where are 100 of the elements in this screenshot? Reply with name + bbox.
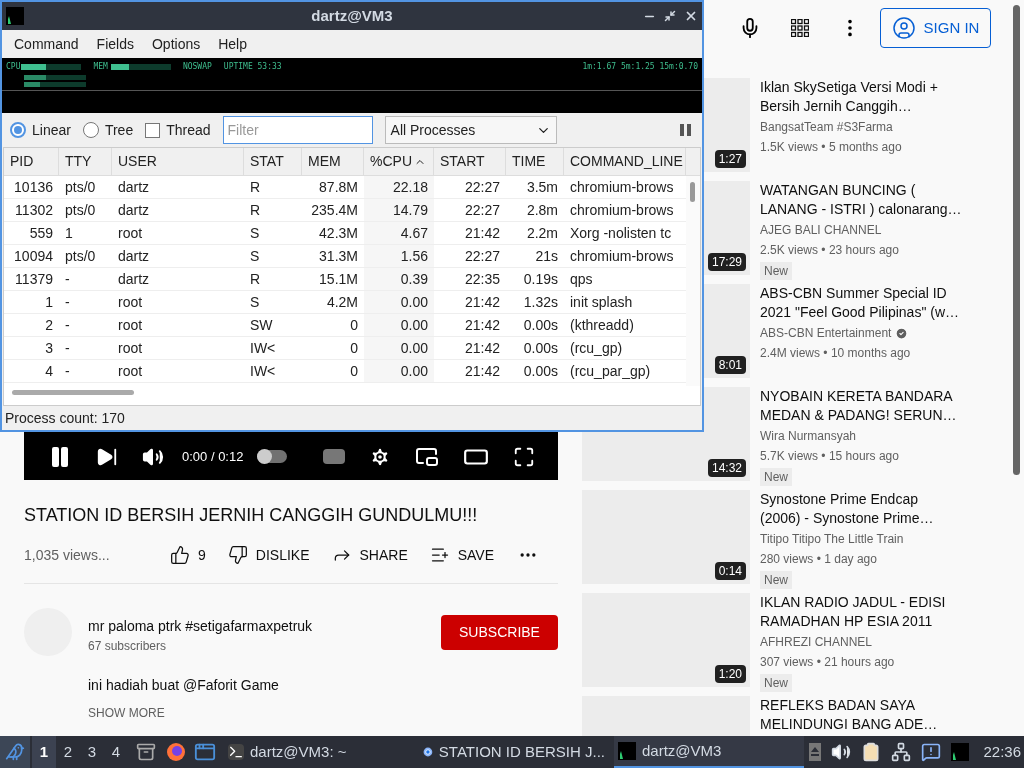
table-cell: 0.00 — [364, 314, 434, 336]
video-title[interactable]: REFLEKS BADAN SAYA MELINDUNGI BANG ADE… — [760, 696, 996, 734]
table-cell-text: 2.2m — [525, 224, 559, 243]
table-cell-text: S — [249, 293, 261, 312]
volume-icon[interactable] — [831, 742, 852, 762]
video-title[interactable]: IKLAN RADIO JADUL - EDISI RAMADHAN HP ESIA 2011 — [760, 593, 996, 631]
dislike-button[interactable]: DISLIKE — [227, 544, 310, 566]
column-header[interactable]: TIME — [506, 148, 564, 175]
uptime-label: UPTIME 53:33 — [223, 61, 282, 73]
pause-icon[interactable] — [680, 124, 692, 136]
app-icon — [6, 7, 24, 25]
table-cell-text: 2 — [44, 316, 54, 335]
table-cell-text: root — [117, 316, 144, 335]
workspace-button[interactable]: 1 — [32, 736, 56, 768]
table-cell-text: pts/0 — [64, 201, 97, 220]
table-cell-text: - — [64, 270, 71, 289]
table-cell-text: 22:27 — [463, 201, 501, 220]
thread-checkbox[interactable]: Thread — [145, 119, 211, 141]
share-button[interactable]: SHARE — [331, 544, 408, 566]
table-cell-text: 0 — [349, 339, 359, 358]
column-header[interactable]: PID — [4, 148, 59, 175]
taskbar-task[interactable]: dartz@VM3: ~ — [224, 736, 414, 768]
save-button[interactable]: SAVE — [429, 544, 495, 566]
taskbar-task[interactable]: STATION ID BERSIH J... — [419, 736, 609, 768]
table-cell-text: 22:27 — [463, 178, 501, 197]
video-title[interactable]: ABS-CBN Summer Special ID 2021 "Feel Good Pilipinas" (w… — [760, 284, 996, 322]
column-header[interactable]: STAT — [244, 148, 302, 175]
view-radio[interactable]: Linear — [10, 119, 71, 141]
workspace-button[interactable]: 3 — [80, 736, 104, 768]
menu-item[interactable]: Help — [210, 33, 255, 55]
apps-grid-icon[interactable] — [791, 19, 809, 37]
channel-name[interactable]: AJEG BALI CHANNEL — [760, 221, 882, 239]
notification-icon[interactable] — [921, 742, 942, 762]
channel-name[interactable]: ABS-CBN Entertainment — [760, 324, 892, 342]
taskbar-task[interactable]: dartz@VM3 — [614, 736, 804, 768]
table-cell-text: 1.32s — [522, 293, 559, 312]
start-menu-button[interactable] — [0, 736, 30, 768]
menu-item[interactable]: Command — [6, 33, 87, 55]
workspace-button[interactable]: 2 — [56, 736, 80, 768]
video-title[interactable]: Synostone Prime Endcap (2006) - Synostone Prime… — [760, 490, 996, 528]
subscribe-button[interactable]: SUBSCRIBE — [441, 615, 558, 650]
clock[interactable]: 22:36 — [983, 740, 1021, 764]
table-cell-text: root — [117, 339, 144, 358]
process-filter-select[interactable]: All Processes — [384, 116, 557, 144]
channel-name[interactable]: BangsatTeam #S3Farma — [760, 118, 893, 136]
column-header[interactable]: START — [434, 148, 506, 175]
like-button[interactable]: 9 — [170, 544, 206, 566]
sign-in-button[interactable]: SIGN IN — [880, 8, 991, 48]
eject-icon[interactable] — [809, 743, 822, 761]
bird-icon — [5, 742, 25, 762]
channel-name[interactable]: Wira Nurmansyah — [760, 427, 857, 445]
autoplay-toggle[interactable] — [257, 450, 288, 463]
workspace-button[interactable]: 4 — [104, 736, 128, 768]
video-title[interactable]: NYOBAIN KERETA BANDARA MEDAN & PADANG! SERUN… — [760, 387, 996, 425]
clipboard-icon[interactable] — [861, 742, 882, 762]
column-header[interactable]: USER — [112, 148, 244, 175]
show-more-link[interactable]: SHOW MORE — [88, 704, 313, 722]
video-duration: 17:29 — [707, 253, 746, 271]
table-cell-text: 21:42 — [463, 293, 501, 312]
table-cell-text: root — [117, 224, 144, 243]
fullscreen-icon[interactable] — [513, 445, 536, 468]
window-icon[interactable] — [194, 741, 216, 763]
table-cell-text: chromium-brows — [569, 247, 675, 266]
captions-icon[interactable] — [323, 449, 346, 464]
file-cabinet-icon[interactable] — [136, 742, 156, 762]
channel-name[interactable]: Titipo Titipo The Little Train — [760, 530, 904, 548]
table-cell-text: 3 — [44, 339, 54, 358]
table-cell-text: 4 — [44, 362, 54, 381]
restore-icon[interactable] — [664, 10, 676, 22]
table-cell-text: 31.3M — [318, 247, 359, 266]
table-cell-text: 11302 — [14, 201, 54, 220]
column-header[interactable]: TTY — [59, 148, 112, 175]
table-cell-text: dartz — [117, 178, 151, 197]
firefox-icon[interactable] — [166, 742, 186, 762]
page-scrollbar[interactable] — [1013, 5, 1020, 475]
table-cell-text: 4.2M — [325, 293, 359, 312]
filter-field[interactable]: Filter — [222, 116, 373, 144]
column-header[interactable]: MEM — [302, 148, 364, 175]
vertical-scrollbar[interactable] — [686, 176, 700, 386]
table-cell-text: 1 — [64, 224, 74, 243]
column-header[interactable]: COMMAND_LINE — [564, 148, 686, 175]
cpu-core-bar — [24, 75, 86, 80]
table-cell-text: (kthreadd) — [569, 316, 635, 335]
network-icon[interactable] — [891, 742, 912, 762]
channel-name[interactable]: mr paloma ptrk #setigafarmaxpetruk — [88, 616, 313, 637]
table-cell-text: init splash — [569, 293, 634, 312]
view-radio[interactable]: Tree — [82, 119, 134, 141]
video-duration: 0:14 — [714, 562, 746, 580]
menu-item[interactable]: Options — [143, 33, 209, 55]
table-cell-text: 0.00s — [522, 316, 559, 335]
video-thumbnail[interactable]: 0:14 — [582, 490, 750, 584]
video-title[interactable]: WATANGAN BUNCING ( LANANG - ISTRI ) calonarang… — [760, 181, 996, 219]
column-header[interactable]: %CPU — [364, 148, 434, 175]
video-thumbnail[interactable]: 1:20 — [582, 593, 750, 687]
thumbs-up-icon — [170, 545, 190, 565]
menu-item[interactable]: Fields — [88, 33, 142, 55]
video-stats: 280 views • 1 day ago — [760, 551, 878, 568]
video-title[interactable]: Iklan SkySetiga Versi Modi + Bersih Jernih Canggih… — [760, 78, 996, 116]
channel-name[interactable]: AFHREZI CHANNEL — [760, 633, 872, 651]
close-icon[interactable] — [684, 9, 698, 23]
